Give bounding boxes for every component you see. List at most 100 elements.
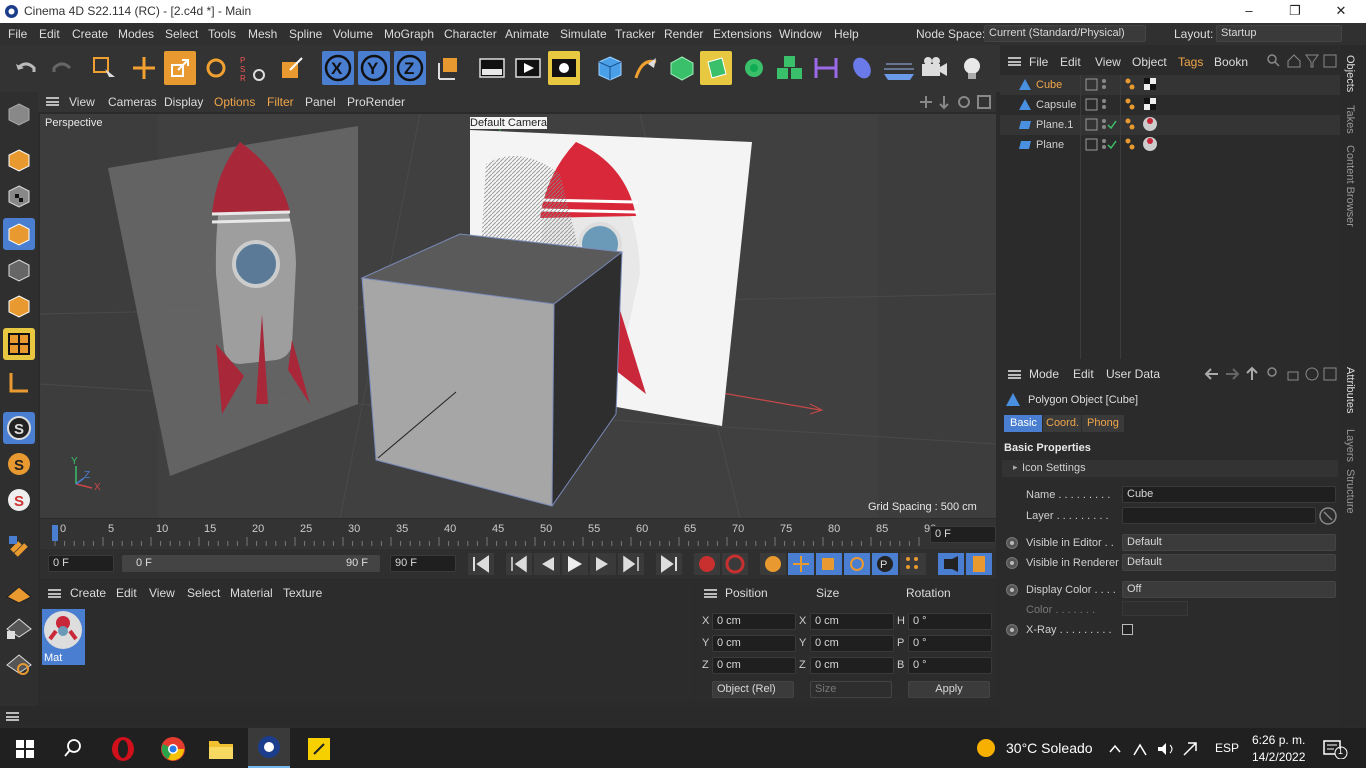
edges-mode-icon[interactable] <box>3 254 35 286</box>
y-axis-lock-button[interactable]: Y <box>358 51 390 85</box>
playback-controls[interactable]: P <box>468 553 996 575</box>
cinema4d-taskbar-button[interactable] <box>248 728 290 768</box>
menu-file[interactable]: File <box>8 27 27 41</box>
object-menu-file[interactable]: File <box>1029 55 1048 69</box>
points-mode-icon[interactable] <box>3 218 35 250</box>
material-menu-material[interactable]: Material <box>230 586 273 600</box>
menu-render[interactable]: Render <box>664 27 703 41</box>
side-tab-layers[interactable]: Layers <box>1344 429 1356 462</box>
menu-animate[interactable]: Animate <box>505 27 549 41</box>
model-mode-icon[interactable] <box>3 144 35 176</box>
object-menu-tags[interactable]: Tags <box>1178 55 1203 69</box>
menu-tools[interactable]: Tools <box>208 27 236 41</box>
cube-object-icon[interactable] <box>594 51 626 85</box>
node-space-dropdown[interactable]: Current (Standard/Physical) <box>984 25 1146 42</box>
scale-icon[interactable] <box>164 51 196 85</box>
material-menu-icon[interactable] <box>48 589 61 598</box>
locked-workplane-icon[interactable] <box>3 612 35 644</box>
icon-settings-group[interactable]: ▸ Icon Settings <box>1002 460 1338 477</box>
menu-mograph[interactable]: MoGraph <box>384 27 434 41</box>
object-row-cube[interactable]: Cube <box>1000 75 1340 95</box>
menu-mesh[interactable]: Mesh <box>248 27 277 41</box>
timeline-ruler[interactable]: 051015202530354045505560657075808590 0 F <box>40 519 996 549</box>
field-icon[interactable] <box>846 51 878 85</box>
layout-dropdown[interactable]: Startup <box>1216 25 1342 42</box>
live-selection-icon[interactable] <box>88 51 120 85</box>
maximize-button[interactable]: ❐ <box>1272 0 1318 23</box>
render-view-icon[interactable] <box>476 51 508 85</box>
vis-renderer-radio-icon[interactable] <box>1006 557 1018 569</box>
rot-p-field[interactable]: 0 ° <box>908 635 992 652</box>
light-icon[interactable] <box>956 51 988 85</box>
apply-button[interactable]: Apply <box>908 681 990 698</box>
material-menu-view[interactable]: View <box>149 586 175 600</box>
material-menu-texture[interactable]: Texture <box>283 586 322 600</box>
close-button[interactable]: ✕ <box>1318 0 1364 23</box>
snap-settings-icon[interactable]: S <box>3 448 35 480</box>
menu-help[interactable]: Help <box>834 27 859 41</box>
workplane-icon[interactable] <box>3 366 35 398</box>
object-menu-icon[interactable] <box>1008 57 1021 66</box>
coordinate-mode-dropdown[interactable]: Object (Rel) <box>712 681 794 698</box>
psr-icon[interactable]: PSR <box>236 51 268 85</box>
subdivision-surface-icon[interactable] <box>666 51 698 85</box>
texture-mode-icon[interactable] <box>3 180 35 212</box>
clock-time[interactable]: 6:26 p. m. <box>1252 733 1305 747</box>
tab-phong[interactable]: Phong <box>1082 415 1124 432</box>
coordinate-system-icon[interactable] <box>432 51 464 85</box>
menu-select[interactable]: Select <box>165 27 198 41</box>
pos-y-field[interactable]: 0 cm <box>712 635 796 652</box>
floor-environment-icon[interactable] <box>882 51 914 85</box>
attr-nav-icons[interactable] <box>1204 366 1338 382</box>
viewport-menu-filter[interactable]: Filter <box>267 95 294 109</box>
menu-create[interactable]: Create <box>72 27 108 41</box>
viewport-menu-display[interactable]: Display <box>164 95 203 109</box>
object-tags[interactable] <box>1124 77 1164 157</box>
clock-date[interactable]: 14/2/2022 <box>1252 750 1305 764</box>
frame-range-slider[interactable]: 0 F 90 F <box>122 555 380 572</box>
menu-modes[interactable]: Modes <box>118 27 154 41</box>
material-menu-select[interactable]: Select <box>187 586 220 600</box>
undo-icon[interactable] <box>10 51 42 85</box>
side-tab-structure[interactable]: Structure <box>1344 469 1356 514</box>
magnet-icon[interactable] <box>3 530 35 562</box>
cloner-icon[interactable] <box>738 51 770 85</box>
redo-icon[interactable] <box>46 51 78 85</box>
start-frame-field[interactable]: 0 F <box>48 555 114 572</box>
sticky-notes-icon[interactable] <box>306 736 332 762</box>
pen-spline-icon[interactable] <box>630 51 662 85</box>
size-mode-dropdown[interactable]: Size <box>810 681 892 698</box>
coordinate-menu-icon[interactable] <box>704 589 717 598</box>
quantize-icon[interactable]: S <box>3 484 35 516</box>
size-x-field[interactable]: 0 cm <box>810 613 894 630</box>
display-color-dropdown[interactable]: Off <box>1122 581 1336 598</box>
weather-text[interactable]: 30°C Soleado <box>1006 740 1093 756</box>
menu-volume[interactable]: Volume <box>333 27 373 41</box>
attr-menu-edit[interactable]: Edit <box>1073 367 1094 381</box>
current-frame-field[interactable]: 0 F <box>930 526 996 543</box>
scale-tool-icon[interactable] <box>276 51 308 85</box>
end-frame-field[interactable]: 90 F <box>390 555 456 572</box>
render-to-picture-viewer-icon[interactable] <box>512 51 544 85</box>
3d-viewport[interactable]: Perspective Default Camera Grid Spacing … <box>40 114 996 518</box>
menu-tracker[interactable]: Tracker <box>615 27 655 41</box>
rotate-icon[interactable] <box>200 51 232 85</box>
viewport-menu-panel[interactable]: Panel <box>305 95 336 109</box>
x-axis-lock-button[interactable]: X <box>322 51 354 85</box>
camera-icon[interactable] <box>918 51 950 85</box>
status-menu-icon[interactable] <box>6 712 19 721</box>
tab-basic[interactable]: Basic <box>1004 415 1042 432</box>
menu-edit[interactable]: Edit <box>39 27 60 41</box>
visibility-toggles[interactable] <box>1084 77 1118 157</box>
mograph-cubes-icon[interactable] <box>774 51 806 85</box>
color-swatch[interactable] <box>1122 601 1188 616</box>
windows-start-icon[interactable] <box>16 740 34 758</box>
size-z-field[interactable]: 0 cm <box>810 657 894 674</box>
grid-plane-icon[interactable] <box>3 576 35 608</box>
chrome-browser-icon[interactable] <box>160 736 186 762</box>
object-menu-view[interactable]: View <box>1095 55 1121 69</box>
object-menu-edit[interactable]: Edit <box>1060 55 1081 69</box>
object-row-plane-1[interactable]: Plane.1 <box>1000 115 1340 135</box>
viewport-menu-view[interactable]: View <box>69 95 95 109</box>
tab-coord[interactable]: Coord. <box>1043 415 1081 432</box>
